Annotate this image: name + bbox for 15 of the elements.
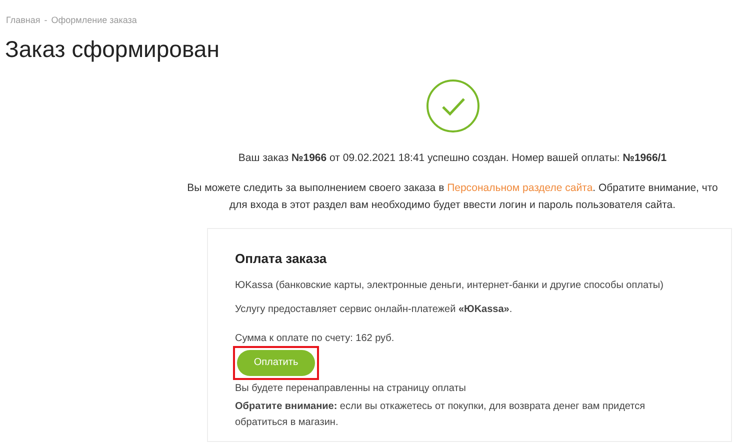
payment-provider: Услугу предоставляет сервис онлайн-платежей «ЮKassa». (235, 302, 514, 317)
redirect-note: Вы будете перенаправленны на страницу оплаты (235, 382, 467, 396)
payment-amount: Сумма к оплате по счету: 162 руб. (235, 332, 396, 346)
pay-button[interactable]: Оплатить (237, 350, 315, 376)
order-message: Ваш заказ №1966 от 09.02.2021 18:41 успешно создан. Номер вашей оплаты: №1966/1 (238, 150, 667, 166)
payment-title: Оплата заказа (235, 250, 328, 268)
page-title: Заказ сформирован (4, 34, 220, 64)
breadcrumb-link[interactable]: Главная (6, 14, 40, 28)
payment-method: ЮKassa (банковские карты, электронные деньги, интернет-банки и другие способы оплаты) (235, 278, 664, 293)
tracking-message: Вы можете следить за выполнением своего заказа в Персональном разделе сайта. Обратите внимание, что для входа в этот раздел вам необходимо будет ввести логин и пароль пользователя сайта. (186, 181, 719, 214)
check-circle-icon (426, 78, 480, 132)
refund-warning: Обратите внимание: если вы откажетесь от покупки, для возврата денег вам придется обратиться в магазин. (235, 400, 646, 430)
breadcrumb-separator: - (44, 14, 48, 27)
personal-section-link[interactable]: Персональном разделе сайта (447, 182, 593, 194)
breadcrumb-link[interactable]: Оформление заказа (51, 14, 137, 28)
